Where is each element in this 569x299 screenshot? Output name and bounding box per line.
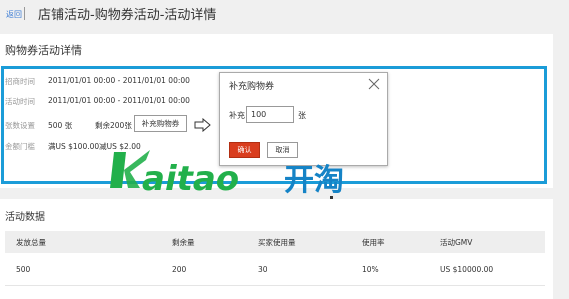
dialog-title: 补充购物券 xyxy=(229,82,275,92)
watermark-cjk: 开淘 xyxy=(284,163,344,198)
topup-quantity-input[interactable] xyxy=(246,106,294,123)
arrow-right-icon xyxy=(194,118,211,132)
svg-text:aitao: aitao xyxy=(142,159,239,199)
stats-table-header: 发放总量 剩余量 买家使用量 使用率 活动GMV xyxy=(5,231,545,253)
recruit-time-label: 招商时间 xyxy=(5,77,35,86)
stats-title: 活动数据 xyxy=(5,212,45,223)
col-remaining: 剩余量 xyxy=(172,238,195,247)
col-usage-rate: 使用率 xyxy=(362,238,385,247)
cell-gmv: US $10000.00 xyxy=(440,265,494,274)
cell-buyer-used: 30 xyxy=(258,265,268,274)
col-gmv: 活动GMV xyxy=(440,238,473,247)
quantity-value: 500 张 xyxy=(48,121,73,130)
topup-unit-label: 张 xyxy=(298,111,306,120)
close-icon[interactable] xyxy=(368,78,380,90)
topup-coupon-button[interactable]: 补充购物券 xyxy=(134,115,187,132)
title-divider xyxy=(24,7,25,20)
stats-panel: 活动数据 发放总量 剩余量 买家使用量 使用率 活动GMV 500 200 30… xyxy=(0,199,553,299)
recruit-time-value: 2011/01/01 00:00 - 2011/01/01 00:00 xyxy=(48,76,190,85)
remaining-count: 剩余200张 xyxy=(95,121,132,130)
kaitao-watermark-logo: aitao 开淘 xyxy=(110,150,344,199)
top-bar: 返回 店铺活动-购物券活动-活动详情 xyxy=(0,0,569,28)
event-time-value: 2011/01/01 00:00 - 2011/01/01 00:00 xyxy=(48,96,190,105)
col-total-issued: 发放总量 xyxy=(16,238,46,247)
cell-remaining: 200 xyxy=(172,265,187,274)
quantity-label: 张数设置 xyxy=(5,121,35,130)
threshold-label: 金额门槛 xyxy=(5,142,35,151)
table-row-divider xyxy=(5,285,545,286)
topup-field-label: 补充 xyxy=(229,111,245,120)
mouse-cursor xyxy=(330,196,333,199)
page-title: 店铺活动-购物券活动-活动详情 xyxy=(38,8,217,23)
back-link[interactable]: 返回 xyxy=(6,9,22,20)
cell-usage-rate: 10% xyxy=(362,265,379,274)
details-title: 购物券活动详情 xyxy=(5,44,82,57)
cell-total-issued: 500 xyxy=(16,265,31,274)
event-time-label: 活动时间 xyxy=(5,97,35,106)
col-buyer-used: 买家使用量 xyxy=(258,238,296,247)
